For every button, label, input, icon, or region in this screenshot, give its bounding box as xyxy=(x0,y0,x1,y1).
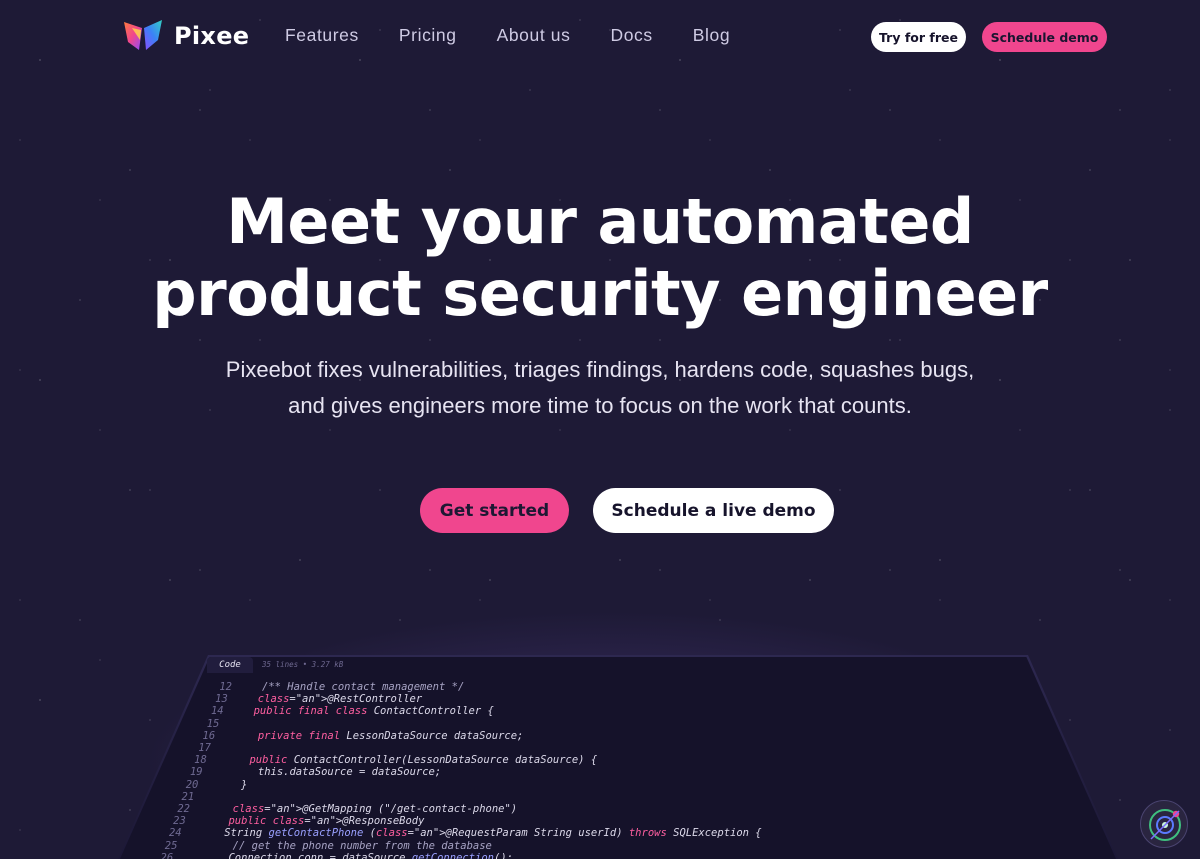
code-line: 20 } xyxy=(150,779,930,792)
chat-support-widget[interactable] xyxy=(1140,800,1188,848)
code-line: 19 this.dataSource = dataSource; xyxy=(150,766,930,779)
code-line: 13 class="an">@RestController xyxy=(150,693,930,706)
try-for-free-button[interactable]: Try for free xyxy=(871,22,966,52)
line-number: 15 xyxy=(206,717,220,730)
code-line: 23 public class="an">@ResponseBody xyxy=(150,815,930,828)
nav-link-pricing[interactable]: Pricing xyxy=(399,25,457,46)
butterfly-logo-icon xyxy=(124,20,162,50)
line-number: 26 xyxy=(160,851,174,859)
line-code: Connection conn = dataSource.getConnecti… xyxy=(203,851,513,859)
line-number: 22 xyxy=(177,803,190,815)
line-code: class="an">@GetMapping ("/get-contact-ph… xyxy=(232,803,518,815)
line-code: public class="an">@ResponseBody xyxy=(228,815,425,828)
code-line: 26 Connection conn = dataSource.getConne… xyxy=(150,852,930,859)
line-code: class="an">@RestController xyxy=(257,693,423,706)
line-code: this.dataSource = dataSource; xyxy=(232,766,442,779)
line-number: 24 xyxy=(168,827,182,840)
line-number: 12 xyxy=(219,681,232,693)
line-number: 13 xyxy=(215,693,228,706)
hero-subtitle-line-1: Pixeebot fixes vulnerabilities, triages … xyxy=(225,357,975,382)
schedule-live-demo-button[interactable]: Schedule a live demo xyxy=(593,488,834,533)
line-number: 14 xyxy=(210,705,224,718)
nav-link-blog[interactable]: Blog xyxy=(693,25,730,46)
brand-name: Pixee xyxy=(174,22,250,50)
line-code: } xyxy=(228,778,248,791)
line-number: 23 xyxy=(173,815,186,828)
line-number: 19 xyxy=(189,766,203,779)
line-number: 20 xyxy=(185,778,199,791)
code-line: 17 xyxy=(150,742,930,755)
line-number: 21 xyxy=(181,790,195,803)
code-lines: 12 /** Handle contact management */ 13 clas… xyxy=(150,681,950,859)
code-line: 25 // get the phone number from the data… xyxy=(150,840,930,853)
line-number: 25 xyxy=(164,839,178,852)
hero-title-line-1: Meet your automated xyxy=(226,185,974,258)
brand-logo[interactable]: Pixee xyxy=(122,18,249,54)
line-number: 18 xyxy=(194,754,207,767)
schedule-demo-button[interactable]: Schedule demo xyxy=(982,22,1107,52)
hero-subtitle-line-2: and gives engineers more time to focus o… xyxy=(288,393,912,418)
line-code: private final LessonDataSource dataSourc… xyxy=(257,729,524,742)
code-tab[interactable]: Code xyxy=(207,657,253,673)
line-number: 17 xyxy=(198,742,211,754)
nav-link-about-us[interactable]: About us xyxy=(497,25,571,46)
code-line: 14 public final class ContactController { xyxy=(150,705,930,718)
hero-subtitle: Pixeebot fixes vulnerabilities, triages … xyxy=(0,352,1200,424)
line-code: public ContactController(LessonDataSourc… xyxy=(249,754,598,767)
nav-links: Features Pricing About us Docs Blog xyxy=(285,25,770,46)
code-line: 22 class="an">@GetMapping ("/get-contact… xyxy=(150,803,930,816)
line-code: // get the phone number from the databas… xyxy=(207,839,492,852)
top-nav: Pixee Features Pricing About us Docs Blo… xyxy=(0,0,1200,72)
code-line: 21 xyxy=(150,791,930,804)
line-code: public final class ContactController { xyxy=(253,705,494,718)
code-line: 18 public ContactController(LessonDataSo… xyxy=(150,754,930,767)
code-line: 16 private final LessonDataSource dataSo… xyxy=(150,730,930,743)
code-line: 12 /** Handle contact management */ xyxy=(150,681,930,694)
code-file-meta: 35 lines • 3.27 kB xyxy=(262,660,344,669)
nav-link-docs[interactable]: Docs xyxy=(610,25,652,46)
code-line: 24 String getContactPhone (class="an">@R… xyxy=(150,827,930,840)
nav-link-features[interactable]: Features xyxy=(285,25,359,46)
hero-title-line-2: product security engineer xyxy=(152,257,1048,330)
line-code: /** Handle contact management */ xyxy=(262,681,465,693)
line-number: 16 xyxy=(202,729,216,742)
code-line: 15 xyxy=(150,718,930,731)
chat-support-icon xyxy=(1149,809,1181,841)
get-started-button[interactable]: Get started xyxy=(420,488,569,533)
hero-title: Meet your automated product security eng… xyxy=(0,186,1200,330)
line-code: String getContactPhone (class="an">@Requ… xyxy=(211,827,762,840)
